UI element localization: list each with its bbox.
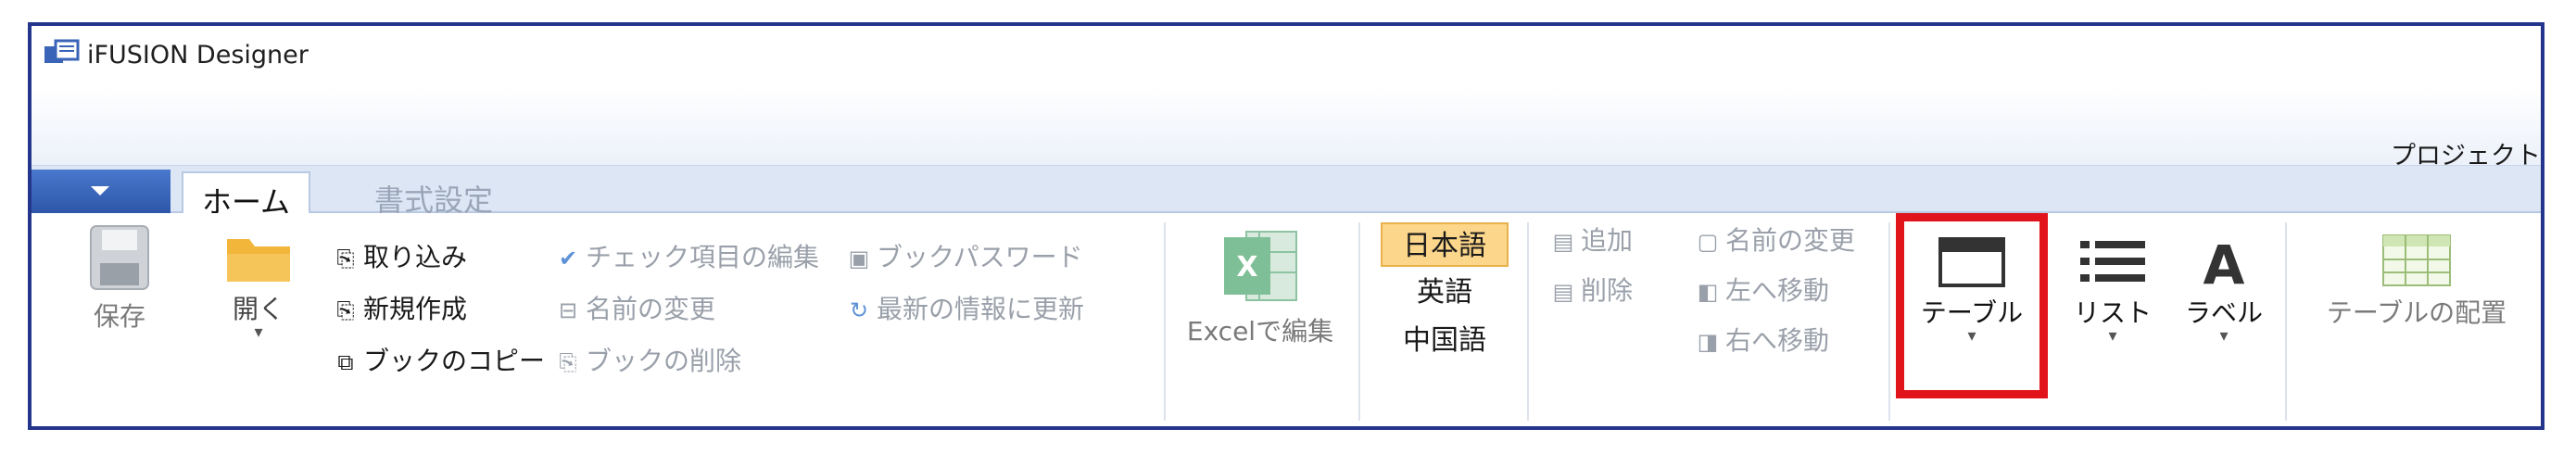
checkmark-icon: ✔ <box>558 246 578 271</box>
save-label: 保存 <box>93 301 145 332</box>
group-separator <box>2285 222 2287 421</box>
list-dropdown-icon: ▾ <box>2108 326 2117 346</box>
delete-book-label: ブックの削除 <box>586 346 742 376</box>
copy-icon: ⧉ <box>337 349 354 375</box>
excel-edit-button[interactable]: X Excelで編集 <box>1177 224 1344 348</box>
group-label-sheet: シート <box>1742 423 1809 426</box>
language-chinese-button[interactable]: 中国語 <box>1381 319 1509 363</box>
ribbon-tabs: ホーム 書式設定 <box>32 165 2541 220</box>
language-english-button[interactable]: 英語 <box>1381 271 1509 315</box>
move-left-button[interactable]: ◧ 左へ移動 <box>1696 272 1829 309</box>
file-menu-button[interactable] <box>32 170 170 214</box>
move-right-button[interactable]: ◨ 右へ移動 <box>1696 322 1829 360</box>
group-separator <box>1888 222 1890 421</box>
move-left-icon: ◧ <box>1697 279 1719 305</box>
import-icon: ⎘ <box>336 246 355 271</box>
move-right-icon: ◨ <box>1697 329 1719 355</box>
svg-text:A: A <box>2203 235 2245 289</box>
add-sheet-icon: ▤ <box>1552 229 1574 255</box>
app-logo-icon <box>44 39 80 63</box>
group-label-edit: 編集 <box>1236 423 1281 426</box>
tab-home[interactable]: ホーム <box>182 171 311 220</box>
new-label: 新規作成 <box>363 294 468 324</box>
rename-icon: ⊟ <box>558 297 578 323</box>
import-button[interactable]: ⎘ 取り込み <box>334 239 467 276</box>
rename-book-button[interactable]: ⊟ 名前の変更 <box>556 291 715 328</box>
rename-sheet-icon: ▢ <box>1697 229 1719 255</box>
move-right-label: 右へ移動 <box>1725 325 1830 356</box>
list-icon <box>2080 241 2145 282</box>
sheet-add-button[interactable]: ▤ 追加 <box>1551 222 1633 259</box>
open-label: 開く <box>232 294 284 324</box>
list-button[interactable]: リスト ▾ <box>2066 235 2159 346</box>
label-dropdown-icon: ▾ <box>2219 326 2229 346</box>
delete-book-button[interactable]: ⎘ ブックの削除 <box>556 343 741 380</box>
sheet-delete-button[interactable]: ▤ 削除 <box>1551 272 1633 309</box>
svg-text:X: X <box>1236 251 1257 284</box>
delete-book-icon: ⎘ <box>559 349 577 375</box>
delete-sheet-icon: ▤ <box>1552 279 1574 305</box>
update-latest-button[interactable]: ↻ 最新の情報に更新 <box>847 291 1084 328</box>
sheet-rename-label: 名前の変更 <box>1725 225 1856 256</box>
title-bar: iFUSION Designer <box>32 26 2541 87</box>
copy-book-button[interactable]: ⧉ ブックのコピー <box>334 343 545 380</box>
copy-book-label: ブックのコピー <box>363 346 546 376</box>
refresh-icon: ↻ <box>849 297 869 323</box>
edit-check-items-button[interactable]: ✔ チェック項目の編集 <box>556 239 819 276</box>
language-japanese-button[interactable]: 日本語 <box>1381 222 1509 267</box>
move-left-label: 左へ移動 <box>1725 275 1830 306</box>
group-label-element-edit: 定義の編集 <box>2024 423 2135 426</box>
save-icon <box>90 225 149 290</box>
new-button[interactable]: ⎘ 新規作成 <box>334 291 467 328</box>
book-password-button[interactable]: ▣ ブックパスワード <box>847 239 1083 276</box>
label-button[interactable]: A ラベル ▾ <box>2178 234 2270 346</box>
sheet-rename-button[interactable]: ▢ 名前の変更 <box>1696 222 1855 259</box>
update-latest-label: 最新の情報に更新 <box>877 294 1085 324</box>
group-separator <box>1164 222 1166 421</box>
ribbon-panel: 保存 開く ▾ ⎘ 取り込み ⎘ 新規作成 ⧉ ブックのコピー ✔ チェック項目の編集 … <box>32 213 2541 426</box>
excel-edit-label: Excelで編集 <box>1186 316 1334 347</box>
font-letter-icon: A <box>2203 234 2245 297</box>
open-button[interactable]: 開く ▾ <box>217 228 300 342</box>
table-layout-button[interactable]: テーブルの配置 <box>2298 232 2535 330</box>
new-book-icon: ⎘ <box>336 297 355 323</box>
rename-book-label: 名前の変更 <box>586 294 716 324</box>
table-grid-icon <box>2382 234 2451 286</box>
group-label-layout: 配置 <box>2400 423 2444 426</box>
sheet-add-label: 追加 <box>1581 225 1634 256</box>
open-dropdown-icon: ▾ <box>254 322 263 342</box>
book-password-label: ブックパスワード <box>877 242 1083 272</box>
import-label: 取り込み <box>363 242 468 272</box>
dropdown-arrow-icon <box>91 186 109 196</box>
table-layout-label: テーブルの配置 <box>2326 297 2507 328</box>
app-title: iFUSION Designer <box>87 41 309 69</box>
label-label: ラベル <box>2184 297 2263 328</box>
save-button[interactable]: 保存 <box>69 222 170 334</box>
group-separator <box>1527 222 1529 421</box>
edit-check-items-label: チェック項目の編集 <box>586 242 820 272</box>
app-window: iFUSION Designer プロジェクト ホーム 書式設定 保存 開く ▾ <box>28 22 2544 430</box>
folder-icon <box>227 239 290 282</box>
excel-icon: X <box>1224 231 1297 301</box>
group-label-book: ブック <box>560 423 626 426</box>
group-label-language: 言語 <box>1421 423 1466 426</box>
list-label: リスト <box>2073 297 2152 328</box>
sheet-delete-label: 削除 <box>1581 275 1634 306</box>
lock-icon: ▣ <box>848 246 870 271</box>
tab-format[interactable]: 書式設定 <box>356 171 511 218</box>
highlight-box <box>1896 213 2048 398</box>
group-separator <box>1358 222 1360 421</box>
